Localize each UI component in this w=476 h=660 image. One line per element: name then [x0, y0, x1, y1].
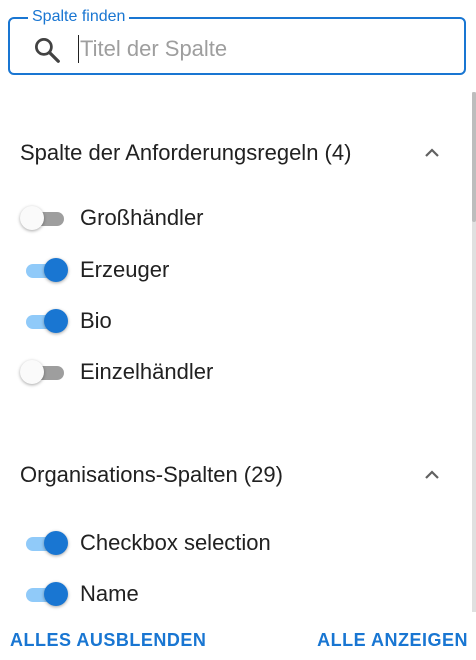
toggle-switch[interactable] — [20, 582, 68, 606]
column-toggle-grosshaendler[interactable]: Großhändler — [20, 198, 460, 238]
column-label: Name — [80, 581, 139, 606]
switch-knob — [20, 206, 44, 230]
search-icon — [35, 38, 60, 63]
group-header-anforderungsregeln[interactable]: Spalte der Anforderungsregeln (4) — [20, 133, 460, 173]
hide-all-button[interactable]: ALLES AUSBLENDEN — [10, 629, 206, 651]
toggle-switch[interactable] — [20, 206, 66, 230]
toggle-switch[interactable] — [20, 258, 68, 282]
column-toggle-bio[interactable]: Bio — [20, 301, 460, 341]
group-title: Spalte der Anforderungsregeln (4) — [20, 140, 352, 165]
column-label: Einzelhändler — [80, 359, 214, 384]
column-label: Checkbox selection — [80, 530, 271, 555]
switch-knob — [44, 309, 68, 333]
scrollbar-thumb[interactable] — [472, 92, 476, 222]
toggle-switch[interactable] — [20, 531, 68, 555]
group-title: Organisations-Spalten (29) — [20, 462, 283, 487]
column-toggle-erzeuger[interactable]: Erzeuger — [20, 250, 460, 290]
column-label: Großhändler — [80, 205, 204, 230]
toggle-switch[interactable] — [20, 309, 68, 333]
column-label: Bio — [80, 308, 112, 333]
column-toggle-einzelhaendler[interactable]: Einzelhändler — [20, 352, 460, 392]
search-label: Spalte finden — [28, 8, 130, 26]
search-input[interactable] — [80, 34, 450, 64]
chevron-up-icon[interactable] — [420, 141, 444, 165]
toggle-switch[interactable] — [20, 360, 66, 384]
show-all-button[interactable]: ALLE ANZEIGEN — [317, 629, 468, 651]
column-toggle-name[interactable]: Name — [20, 574, 460, 614]
switch-knob — [44, 531, 68, 555]
switch-knob — [44, 258, 68, 282]
column-toggle-checkbox-selection[interactable]: Checkbox selection — [20, 523, 460, 563]
group-header-organisations-spalten[interactable]: Organisations-Spalten (29) — [20, 455, 460, 495]
column-label: Erzeuger — [80, 257, 170, 282]
text-caret — [78, 35, 79, 63]
chevron-up-icon[interactable] — [420, 463, 444, 487]
switch-knob — [44, 582, 68, 606]
switch-knob — [20, 360, 44, 384]
